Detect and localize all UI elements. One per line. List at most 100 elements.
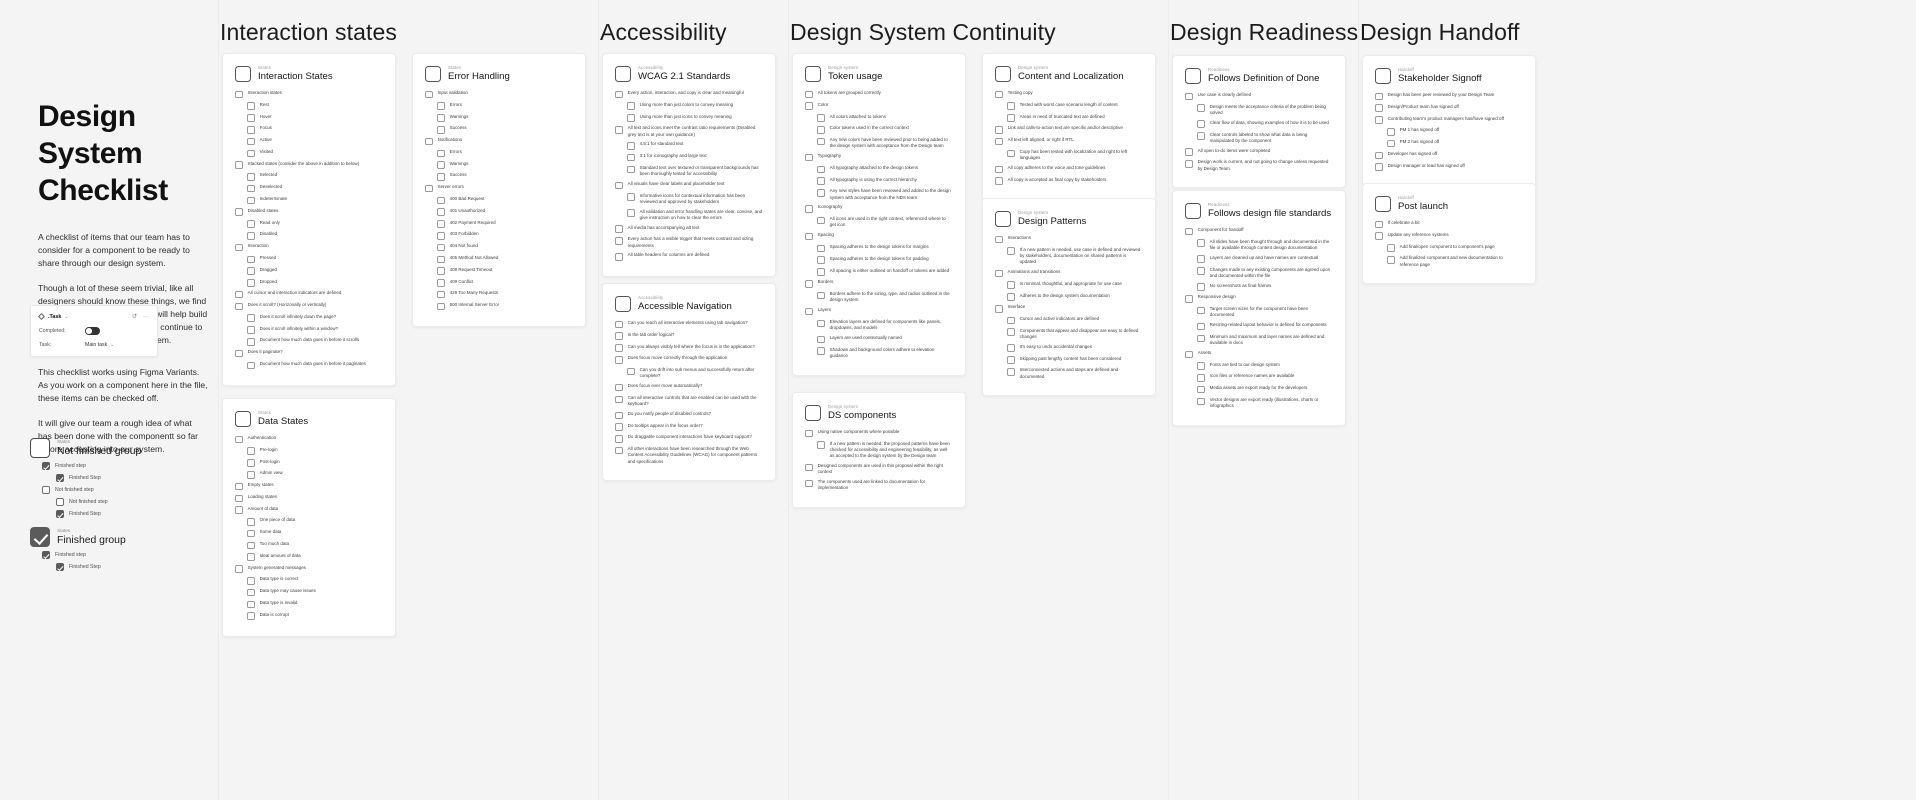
checklist-item[interactable]: Interface — [995, 304, 1143, 313]
item-checkbox[interactable] — [235, 506, 243, 514]
item-checkbox[interactable] — [235, 482, 243, 491]
item-checkbox[interactable] — [615, 320, 623, 329]
item-checkbox[interactable] — [1007, 316, 1015, 325]
item-checkbox[interactable] — [437, 149, 445, 158]
checklist-item[interactable]: It's easy to undo accidental changes — [1007, 344, 1143, 353]
item-checkbox[interactable] — [817, 347, 825, 355]
item-checkbox[interactable] — [437, 302, 445, 311]
checklist-item[interactable]: 408 Request Timeout — [437, 267, 573, 275]
checklist-item[interactable]: Components that appear and disappear are… — [1007, 328, 1143, 340]
checklist-item[interactable]: Using more than just colors to convey me… — [627, 102, 763, 110]
item-checkbox[interactable] — [805, 479, 813, 488]
checklist-item[interactable]: Ideal amount of data — [247, 553, 383, 561]
checklist-item[interactable]: Empty states — [235, 482, 383, 491]
item-checkbox[interactable] — [615, 90, 623, 99]
checklist-item[interactable]: 403 Forbidden — [437, 231, 573, 240]
checklist-item[interactable]: 401 Unauthorized — [437, 208, 573, 216]
item-checkbox[interactable] — [247, 196, 255, 205]
checklist-item[interactable]: 405 Method Not Allowed — [437, 255, 573, 264]
legend-step[interactable]: Not finished step — [56, 498, 205, 506]
item-checkbox[interactable] — [437, 173, 445, 181]
checklist-item[interactable]: Admin view — [247, 470, 383, 479]
checklist-item[interactable]: Adheres to the design system documentati… — [1007, 293, 1143, 301]
item-checkbox[interactable] — [1375, 151, 1383, 160]
checklist-item[interactable]: Contributing team's product managers has… — [1375, 116, 1523, 124]
item-checkbox[interactable] — [235, 435, 243, 444]
checklist-item[interactable]: Errors — [437, 102, 573, 110]
item-checkbox[interactable] — [995, 269, 1003, 278]
legend-step[interactable]: Not finished step — [42, 486, 205, 494]
item-checkbox[interactable] — [817, 189, 825, 197]
checklist-item[interactable]: Data type is invalid — [247, 600, 383, 609]
item-checkbox[interactable] — [817, 441, 825, 449]
checklist-item[interactable]: All text and icons meet the contrast rat… — [615, 125, 763, 137]
item-checkbox[interactable] — [247, 361, 255, 370]
item-checkbox[interactable] — [1185, 294, 1193, 303]
item-checkbox[interactable] — [437, 279, 445, 287]
checklist-item[interactable]: Interconnected actions and steps are def… — [1007, 367, 1143, 379]
checklist-item[interactable]: Changes made to any existing components … — [1197, 267, 1333, 279]
checklist-item[interactable]: Add finalized component and new document… — [1387, 255, 1523, 267]
item-checkbox[interactable] — [247, 553, 255, 561]
checklist-item[interactable]: Success — [437, 125, 573, 134]
item-checkbox[interactable] — [1197, 374, 1205, 382]
item-checkbox[interactable] — [247, 184, 255, 193]
checklist-item[interactable]: Link and calls-to-action text are specif… — [995, 125, 1143, 134]
checklist-item[interactable]: Standard text over textured or transpare… — [627, 165, 763, 177]
item-checkbox[interactable] — [995, 165, 1003, 174]
legend-group-checkbox[interactable] — [30, 438, 50, 458]
checklist-item[interactable]: One piece of data — [247, 517, 383, 526]
checklist-item[interactable]: Dragged — [247, 267, 383, 275]
checklist-item[interactable]: Does it paginate? — [235, 349, 383, 358]
item-checkbox[interactable] — [615, 435, 623, 443]
item-checkbox[interactable] — [995, 304, 1003, 313]
checklist-item[interactable]: Design work is current, and not going to… — [1185, 159, 1333, 171]
item-checkbox[interactable] — [817, 114, 825, 122]
checklist-item[interactable]: No screenshots as final frames — [1197, 283, 1333, 291]
checklist-item[interactable]: The components used are linked to docume… — [805, 479, 953, 491]
item-checkbox[interactable] — [247, 459, 255, 467]
checklist-item[interactable]: 3:1 for iconography and large text — [627, 153, 763, 162]
item-checkbox[interactable] — [817, 125, 825, 134]
item-checkbox[interactable] — [1007, 281, 1015, 289]
legend-step[interactable]: Finished Step — [56, 563, 205, 571]
item-checkbox[interactable] — [817, 291, 825, 300]
checklist-item[interactable]: Layers are used contextually named — [817, 335, 953, 344]
item-checkbox[interactable] — [627, 209, 635, 217]
checklist-item[interactable]: Testing copy — [995, 90, 1143, 99]
checklist-item[interactable]: Design/Product team has signed off — [1375, 104, 1523, 112]
item-checkbox[interactable] — [247, 149, 255, 158]
item-checkbox[interactable] — [247, 114, 255, 122]
checklist-item[interactable]: Vector designs are export ready (illustr… — [1197, 397, 1333, 409]
checklist-item[interactable]: Warnings — [437, 114, 573, 122]
item-checkbox[interactable] — [627, 193, 635, 201]
item-checkbox[interactable] — [1197, 322, 1205, 331]
checklist-item[interactable]: Can you reach all interactive elements u… — [615, 320, 763, 329]
checklist-item[interactable]: Is the tab order logical? — [615, 332, 763, 340]
legend-step[interactable]: Finished step — [42, 551, 205, 559]
item-checkbox[interactable] — [615, 383, 623, 392]
item-checkbox[interactable] — [627, 153, 635, 162]
checklist-item[interactable]: Data type may cause issues — [247, 588, 383, 597]
item-checkbox[interactable] — [1007, 344, 1015, 353]
item-checkbox[interactable] — [805, 307, 813, 316]
item-checkbox[interactable] — [235, 302, 243, 311]
checklist-item[interactable]: Does focus move correctly through the ap… — [615, 355, 763, 364]
card-checkbox[interactable] — [805, 66, 821, 82]
checklist-item[interactable]: All visuals have clear labels and placeh… — [615, 181, 763, 190]
item-checkbox[interactable] — [615, 332, 623, 340]
item-checkbox[interactable] — [437, 114, 445, 122]
checklist-item[interactable]: All colors attached to tokens — [817, 114, 953, 122]
item-checkbox[interactable] — [235, 90, 243, 99]
completed-toggle[interactable] — [85, 327, 100, 335]
checklist-item[interactable]: All slides have been thought through and… — [1197, 239, 1333, 251]
item-checkbox[interactable] — [817, 216, 825, 225]
checklist-item[interactable]: Warnings — [437, 161, 573, 169]
item-checkbox[interactable] — [805, 102, 813, 110]
item-checkbox[interactable] — [247, 173, 255, 181]
item-checkbox[interactable] — [1007, 102, 1015, 110]
checklist-item[interactable]: Does it scroll infinitely down the page? — [247, 314, 383, 323]
checklist-item[interactable]: Errors — [437, 149, 573, 158]
item-checkbox[interactable] — [1375, 232, 1383, 240]
checklist-item[interactable]: Minimum and maximum and layer names are … — [1197, 334, 1333, 346]
